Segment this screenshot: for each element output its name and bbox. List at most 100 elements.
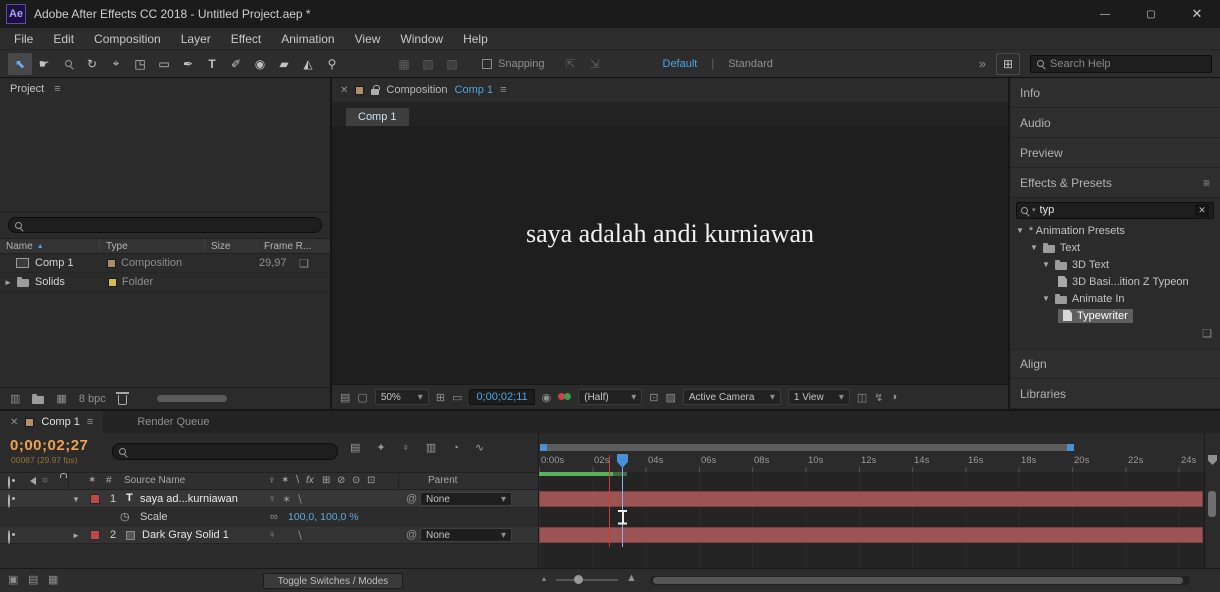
maximize-button[interactable]: ▢: [1128, 0, 1174, 28]
constrain-link-icon[interactable]: ∞: [270, 511, 278, 523]
tree-item-3d-text[interactable]: ▼ 3D Text: [1010, 256, 1220, 273]
column-frame-rate[interactable]: Frame R...: [258, 239, 330, 253]
time-ruler[interactable]: 0:00s 02s 04s 06s 08s 10s 12s 14s 16s 18…: [538, 433, 1204, 472]
snap-option-1-icon[interactable]: ⇱: [559, 53, 583, 75]
number-column-header[interactable]: #: [106, 475, 112, 486]
menu-view[interactable]: View: [345, 32, 391, 46]
view-axis-mode-icon[interactable]: ▨: [440, 53, 464, 75]
menu-animation[interactable]: Animation: [271, 32, 344, 46]
audio-column-icon[interactable]: [26, 477, 36, 485]
primary-viewer-icon[interactable]: ▢: [357, 391, 367, 404]
layer-draft-icon[interactable]: ∖: [296, 493, 303, 506]
expand-layer-switches-icon[interactable]: ▣: [8, 573, 18, 586]
effects-presets-header[interactable]: Effects & Presets ≡: [1010, 168, 1220, 198]
camera-dropdown[interactable]: Active Camera ▾: [683, 389, 781, 405]
panel-close-icon[interactable]: ✕: [10, 417, 18, 428]
camera-tool-icon[interactable]: ⌖: [104, 53, 128, 75]
lock-icon[interactable]: [371, 89, 379, 95]
workspace-overflow-chevron[interactable]: »: [979, 56, 986, 71]
layer-visibility-icon[interactable]: [8, 530, 10, 544]
layer-1-parent-dropdown[interactable]: None ▾: [420, 492, 512, 506]
composition-canvas[interactable]: saya adalah andi kurniawan: [332, 126, 1008, 384]
shy-switch-icon[interactable]: ♀: [268, 475, 276, 486]
column-type[interactable]: Type: [100, 239, 205, 253]
menu-file[interactable]: File: [4, 32, 43, 46]
viewer-timecode-box[interactable]: 0;00;02;11: [469, 389, 534, 405]
layer-label-swatch[interactable]: [90, 530, 100, 540]
collapse-icon[interactable]: ▼: [1042, 260, 1050, 269]
label-swatch[interactable]: [108, 278, 117, 287]
draft-3d-icon[interactable]: ✦: [376, 441, 385, 454]
fx-switch-icon[interactable]: fx: [306, 475, 314, 486]
current-timecode[interactable]: 0;00;02;27: [10, 437, 88, 454]
zoom-tool-icon[interactable]: [56, 53, 80, 75]
shape-tool-icon[interactable]: ▭: [152, 53, 176, 75]
new-folder-icon[interactable]: [32, 396, 44, 404]
info-panel-header[interactable]: Info: [1010, 78, 1220, 108]
comp-mini-flowchart-icon[interactable]: ▤: [350, 441, 360, 454]
preview-panel-header[interactable]: Preview: [1010, 138, 1220, 168]
panel-menu-icon[interactable]: ≡: [54, 83, 60, 95]
project-row-comp1[interactable]: Comp 1 Composition 29,97 ❏: [0, 254, 330, 273]
view-layout-dropdown[interactable]: 1 View ▾: [788, 389, 850, 405]
menu-edit[interactable]: Edit: [43, 32, 84, 46]
timeline-search[interactable]: [112, 443, 338, 460]
viewer-timecode[interactable]: 0;00;02;11: [476, 391, 527, 403]
work-area-bar[interactable]: [540, 444, 1074, 451]
exposure-icon[interactable]: ◑: [890, 391, 897, 403]
fast-previews-icon[interactable]: ↯: [874, 391, 883, 404]
menu-composition[interactable]: Composition: [84, 32, 171, 46]
motion-blur-switch-icon[interactable]: ⊘: [337, 475, 345, 486]
timeline-zoom-handle[interactable]: [574, 575, 583, 584]
source-name-column-header[interactable]: Source Name: [124, 475, 185, 486]
tree-item-animation-presets[interactable]: ▼ * Animation Presets: [1010, 222, 1220, 239]
help-search[interactable]: [1030, 55, 1212, 73]
snapshot-icon[interactable]: ◉: [542, 391, 552, 404]
frame-blending-icon[interactable]: ▥: [426, 441, 436, 454]
expand-inout-panes-icon[interactable]: ▦: [48, 573, 58, 586]
expand-icon[interactable]: ►: [4, 278, 12, 287]
audio-panel-header[interactable]: Audio: [1010, 108, 1220, 138]
target-region-icon[interactable]: ⊡: [649, 391, 658, 404]
zoom-dropdown[interactable]: 50% ▾: [375, 389, 429, 405]
threed-switch-icon[interactable]: ⊡: [367, 475, 375, 486]
timeline-search-input[interactable]: [132, 446, 331, 458]
collapse-icon[interactable]: ▼: [1016, 226, 1024, 235]
hide-shy-layers-icon[interactable]: ♀: [402, 442, 410, 454]
collapse-icon[interactable]: ▼: [1030, 243, 1038, 252]
layer-expand-icon[interactable]: ►: [72, 531, 80, 540]
graph-editor-icon[interactable]: ∿: [475, 441, 484, 454]
property-name[interactable]: Scale: [140, 511, 168, 523]
new-composition-icon[interactable]: ▦: [56, 392, 66, 405]
frame-blend-switch-icon[interactable]: ⊞: [322, 475, 330, 486]
stopwatch-icon[interactable]: ◷: [120, 510, 130, 523]
timeline-hscroll[interactable]: [650, 576, 1190, 585]
menu-window[interactable]: Window: [390, 32, 453, 46]
puppet-pin-tool-icon[interactable]: ⚲: [320, 53, 344, 75]
parent-pickwhip-icon[interactable]: @: [406, 529, 417, 541]
selection-tool-icon[interactable]: ⬉: [8, 53, 32, 75]
layer-1-duration-bar[interactable]: [539, 491, 1203, 507]
clone-stamp-tool-icon[interactable]: ◉: [248, 53, 272, 75]
menu-effect[interactable]: Effect: [221, 32, 271, 46]
menu-help[interactable]: Help: [453, 32, 498, 46]
layer-shy-icon[interactable]: ♀: [268, 493, 276, 505]
selected-preset[interactable]: Typewriter: [1058, 309, 1133, 323]
show-channel-icon[interactable]: [558, 392, 571, 402]
layer-label-swatch[interactable]: [90, 494, 100, 504]
workspace-default[interactable]: Default: [663, 58, 698, 70]
close-button[interactable]: ✕: [1174, 0, 1220, 28]
layer-2-parent-dropdown[interactable]: None ▾: [420, 528, 512, 542]
project-hscroll-thumb[interactable]: [157, 395, 227, 402]
layer-name[interactable]: saya ad...kurniawan: [140, 493, 238, 505]
work-area-start-handle[interactable]: [540, 444, 547, 451]
effects-search-input[interactable]: [1040, 204, 1191, 216]
composition-tab-label[interactable]: Composition: [386, 84, 447, 96]
project-search-input[interactable]: [28, 219, 315, 231]
transparency-grid-icon[interactable]: ▨: [665, 391, 675, 404]
panel-menu-icon[interactable]: ≡: [1203, 176, 1210, 190]
grid-options-icon[interactable]: ⊞: [436, 391, 445, 404]
video-column-icon[interactable]: [8, 476, 10, 489]
layer-name[interactable]: Dark Gray Solid 1: [142, 529, 229, 541]
motion-blur-icon[interactable]: ◔: [452, 442, 459, 454]
